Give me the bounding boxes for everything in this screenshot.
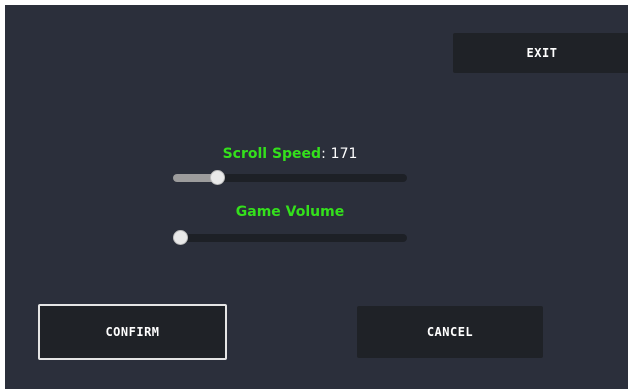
- scroll-speed-slider[interactable]: [173, 170, 407, 185]
- scroll-speed-value: 171: [330, 146, 358, 162]
- scroll-speed-slider-thumb[interactable]: [210, 170, 225, 185]
- game-volume-slider[interactable]: [173, 230, 407, 245]
- scroll-speed-label: Scroll Speed: 171: [173, 146, 407, 162]
- settings-screen: EXIT Scroll Speed: 171 Game Volume CONFI…: [0, 0, 628, 389]
- exit-button[interactable]: EXIT: [453, 33, 628, 73]
- cancel-button[interactable]: CANCEL: [357, 306, 543, 358]
- confirm-button[interactable]: CONFIRM: [38, 304, 227, 360]
- scroll-speed-separator: :: [321, 146, 326, 162]
- game-volume-slider-thumb[interactable]: [173, 230, 188, 245]
- game-volume-label: Game Volume: [235, 204, 345, 220]
- scroll-speed-label-text: Scroll Speed: [222, 146, 322, 162]
